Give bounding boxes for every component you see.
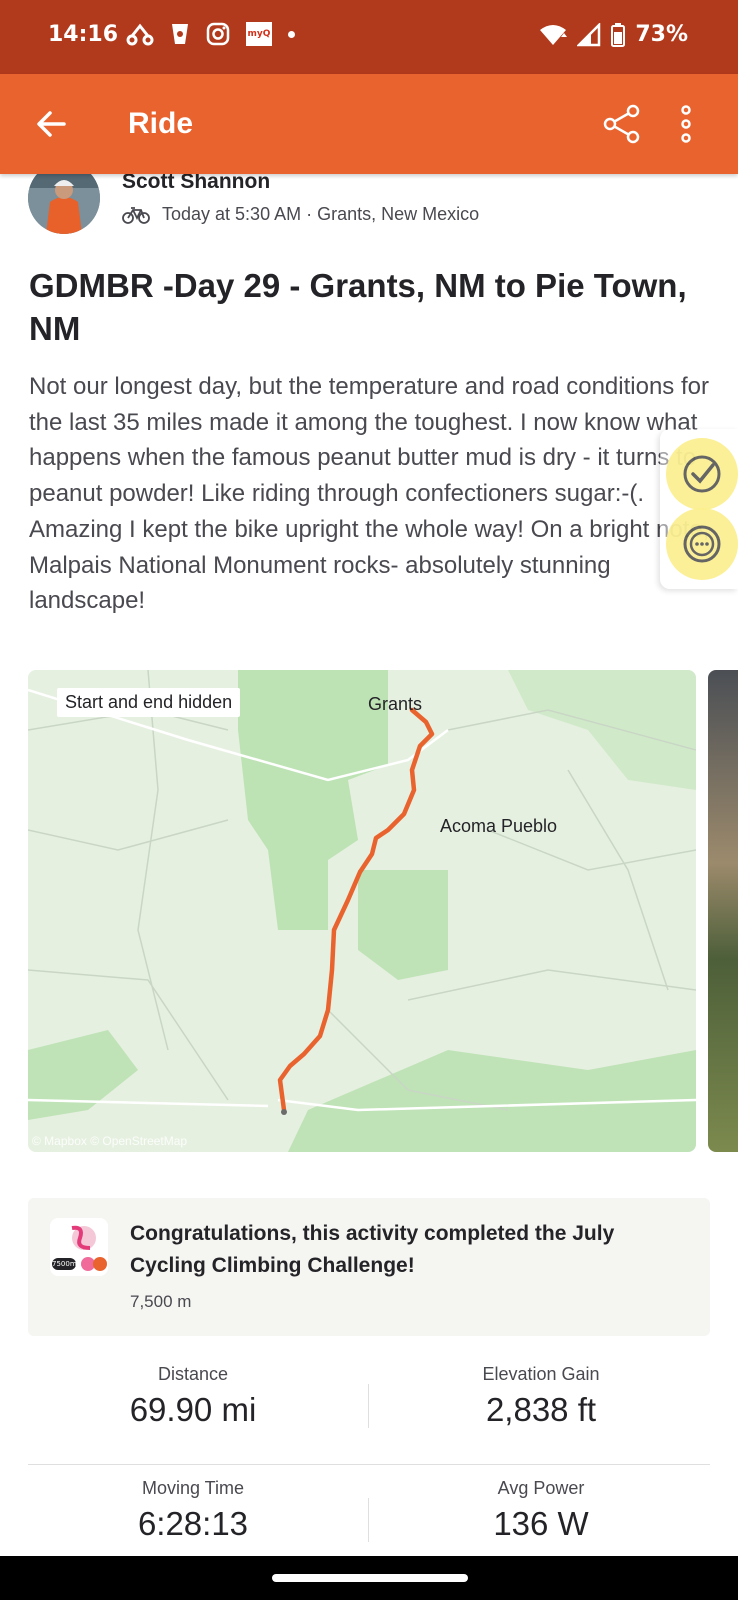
fork-icon [126, 23, 154, 46]
myq-icon: myQ [246, 22, 272, 46]
status-bar: 14:16 myQ 73% [0, 0, 738, 74]
athlete-name[interactable]: Scott Shannon [122, 174, 270, 194]
status-icons-left: myQ [126, 22, 295, 46]
notification-dot [288, 30, 295, 38]
stat-label: Moving Time [141, 1478, 245, 1498]
bike-icon [122, 206, 150, 224]
challenge-card[interactable]: 7500m Congratulations, this activity com… [28, 1198, 710, 1336]
athlete-header[interactable]: Scott Shannon Today at 5:30 AM · Grants,… [28, 174, 628, 242]
more-vert-icon [681, 105, 691, 143]
share-button[interactable] [600, 102, 644, 146]
app-bar: Ride [0, 74, 738, 174]
challenge-badge-icon: 7500m [50, 1218, 108, 1276]
map-label-acoma: Acoma Pueblo [440, 816, 558, 836]
more-options-button[interactable] [676, 102, 720, 146]
avatar-photo [28, 174, 100, 234]
start-end-hidden-badge: Start and end hidden [57, 688, 241, 717]
instagram-icon [206, 22, 230, 46]
home-gesture-handle[interactable] [272, 1574, 468, 1582]
chat-button[interactable] [666, 508, 738, 580]
wifi-icon [540, 24, 568, 45]
avatar[interactable] [28, 174, 100, 234]
stat-elevation-gain: Elevation Gain 2,838 ft [376, 1364, 706, 1429]
stat-value: 136 W [493, 1505, 589, 1542]
stat-distance: Distance 69.90 mi [28, 1364, 358, 1429]
back-arrow-icon [37, 111, 66, 137]
activity-meta-text: Today at 5:30 AM · Grants, New Mexico [162, 204, 480, 224]
activity-meta: Today at 5:30 AM · Grants, New Mexico [122, 204, 479, 225]
challenge-goal: 7,500 m [130, 1292, 192, 1311]
stat-label: Distance [157, 1364, 229, 1384]
map-background [28, 670, 696, 1152]
stat-label: Avg Power [497, 1478, 585, 1498]
battery-percent: 73% [635, 22, 688, 47]
activity-description: Not our longest day, but the temperature… [29, 373, 710, 615]
stat-value: 6:28:13 [137, 1505, 249, 1542]
battery-icon [611, 22, 626, 47]
stat-moving-time: Moving Time 6:28:13 [28, 1478, 358, 1543]
challenge-badge-label: 7500m [52, 1260, 77, 1268]
map-attribution[interactable]: © Mapbox © OpenStreetMap [32, 1134, 187, 1148]
share-icon [603, 104, 640, 144]
stat-value: 69.90 mi [129, 1391, 257, 1428]
chat-bubble-icon [683, 525, 721, 563]
status-icons-right: 73% [539, 22, 688, 47]
stats-row-divider [28, 1464, 710, 1465]
stat-label: Elevation Gain [482, 1364, 600, 1384]
map-label-grants: Grants [368, 694, 423, 714]
system-nav-bar [0, 1556, 738, 1600]
check-badge-icon [683, 455, 721, 493]
route-map[interactable]: Start and end hidden Grants Acoma Pueblo… [28, 670, 696, 1152]
status-time: 14:16 [48, 22, 119, 47]
activity-photo-preview[interactable] [708, 670, 738, 1152]
stat-divider [368, 1498, 369, 1542]
activity-content[interactable]: Scott Shannon Today at 5:30 AM · Grants,… [0, 174, 738, 1556]
stat-avg-power: Avg Power 136 W [376, 1478, 706, 1543]
signal-icon [577, 22, 601, 46]
stat-value: 2,838 ft [485, 1391, 597, 1428]
page-title: Ride [128, 107, 194, 140]
back-button[interactable] [30, 102, 74, 146]
stat-divider [368, 1384, 369, 1428]
check-badge-button[interactable] [666, 438, 738, 510]
cup-icon [172, 24, 188, 44]
challenge-text: Congratulations, this activity completed… [130, 1222, 615, 1277]
activity-title: GDMBR -Day 29 - Grants, NM to Pie Town, … [29, 267, 687, 347]
